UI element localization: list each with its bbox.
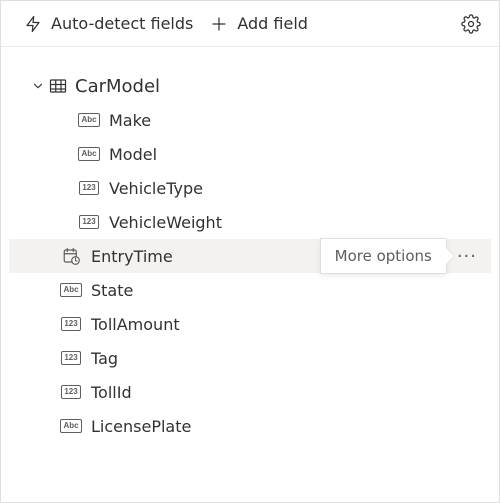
text-type-icon: Abc bbox=[78, 113, 99, 127]
more-options-tooltip: More options bbox=[320, 238, 447, 274]
text-type-icon: Abc bbox=[60, 419, 81, 433]
field-row[interactable]: Abc Make bbox=[9, 103, 491, 137]
field-label: Tag bbox=[91, 349, 118, 368]
auto-detect-fields-button[interactable]: Auto-detect fields bbox=[15, 10, 201, 38]
number-type-icon: 123 bbox=[61, 351, 81, 365]
entity-node[interactable]: CarModel bbox=[9, 69, 491, 103]
settings-button[interactable] bbox=[457, 10, 485, 38]
field-label: TollId bbox=[91, 383, 132, 402]
number-type-icon: 123 bbox=[79, 215, 99, 229]
field-row[interactable]: Abc State bbox=[9, 273, 491, 307]
field-row[interactable]: Abc Model bbox=[9, 137, 491, 171]
toolbar: Auto-detect fields Add field bbox=[1, 1, 499, 47]
field-row[interactable]: 123 TollAmount bbox=[9, 307, 491, 341]
field-label: VehicleType bbox=[109, 179, 203, 198]
lightning-icon bbox=[23, 14, 43, 34]
text-type-icon: Abc bbox=[78, 147, 99, 161]
field-row[interactable]: 123 TollId bbox=[9, 375, 491, 409]
field-row[interactable]: 123 VehicleType bbox=[9, 171, 491, 205]
field-label: VehicleWeight bbox=[109, 213, 222, 232]
field-label: LicensePlate bbox=[91, 417, 191, 436]
plus-icon bbox=[209, 14, 229, 34]
add-field-button[interactable]: Add field bbox=[201, 10, 316, 38]
field-label: EntryTime bbox=[91, 247, 173, 266]
auto-detect-label: Auto-detect fields bbox=[51, 14, 193, 33]
add-field-label: Add field bbox=[237, 14, 308, 33]
field-row[interactable]: 123 Tag bbox=[9, 341, 491, 375]
number-type-icon: 123 bbox=[61, 317, 81, 331]
text-type-icon: Abc bbox=[60, 283, 81, 297]
field-label: Model bbox=[109, 145, 157, 164]
chevron-down-icon bbox=[29, 79, 47, 93]
gear-icon bbox=[461, 14, 481, 34]
field-row[interactable]: EntryTime More options··· bbox=[9, 239, 491, 273]
field-row[interactable]: Abc LicensePlate bbox=[9, 409, 491, 443]
field-label: Make bbox=[109, 111, 151, 130]
number-type-icon: 123 bbox=[61, 385, 81, 399]
entity-label: CarModel bbox=[75, 76, 160, 97]
fields-tree: CarModel AbcMakeAbcModel123VehicleType12… bbox=[1, 47, 499, 451]
number-type-icon: 123 bbox=[79, 181, 99, 195]
field-label: State bbox=[91, 281, 133, 300]
more-options-button[interactable]: ··· bbox=[453, 244, 481, 269]
field-row[interactable]: 123 VehicleWeight bbox=[9, 205, 491, 239]
datetime-type-icon bbox=[61, 247, 81, 265]
table-icon bbox=[47, 78, 69, 94]
field-label: TollAmount bbox=[91, 315, 180, 334]
